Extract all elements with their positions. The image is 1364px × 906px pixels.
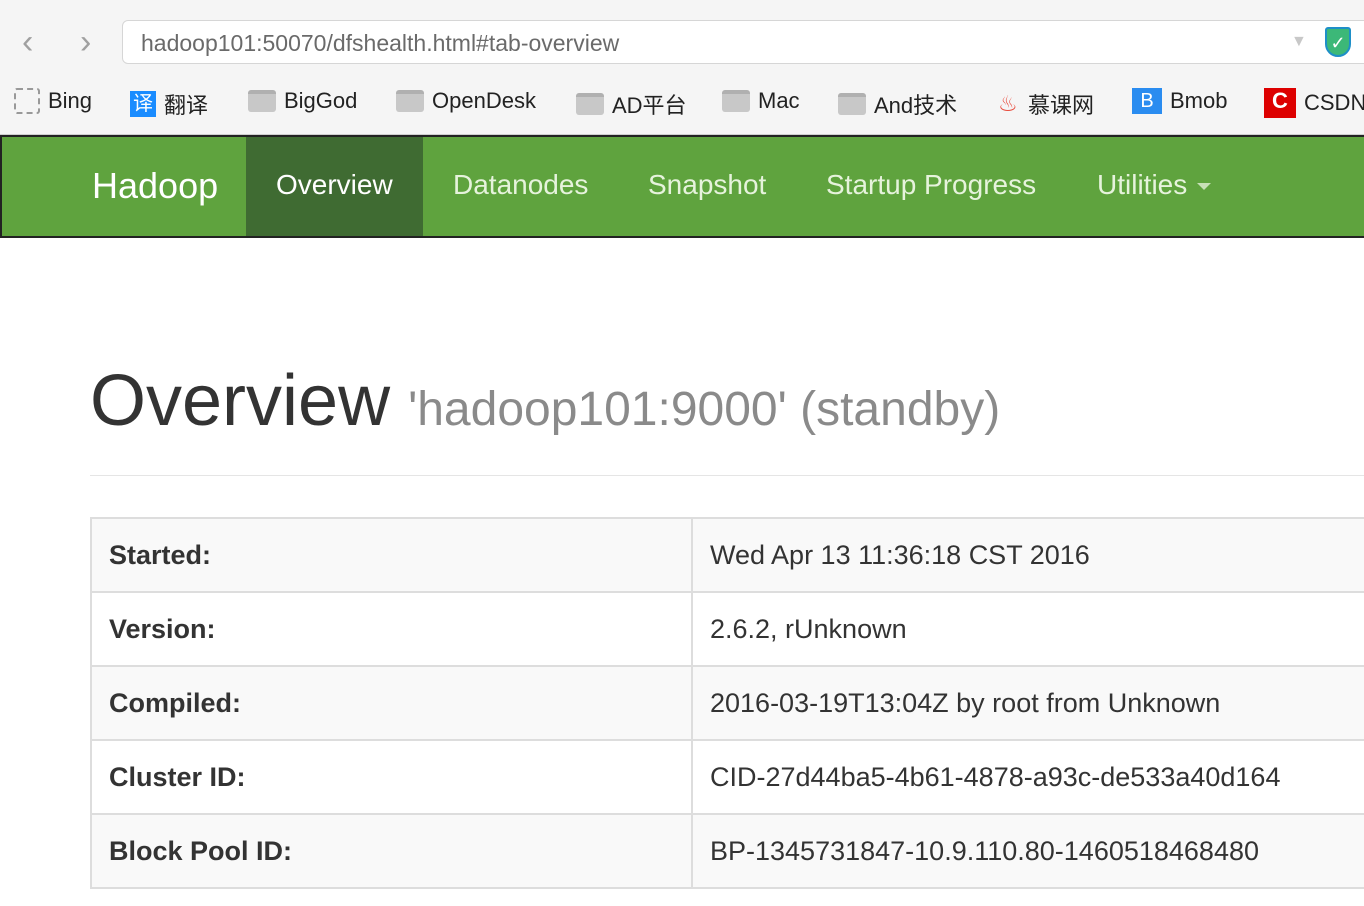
table-row: Cluster ID: CID-27d44ba5-4b61-4878-a93c-d… [90, 739, 1364, 815]
shield-check-icon[interactable]: ✓ [1325, 27, 1351, 57]
brand[interactable]: Hadoop [92, 165, 218, 207]
bmob-icon: B [1132, 88, 1162, 114]
back-button[interactable]: ‹ [22, 22, 33, 62]
row-label: Compiled: [90, 665, 693, 741]
row-value: 2016-03-19T13:04Z by root from Unknown [691, 665, 1364, 741]
bookmark-label: Mac [758, 88, 800, 113]
tab-startup-progress[interactable]: Startup Progress [796, 137, 1066, 236]
folder-icon [838, 93, 866, 115]
table-row: Version: 2.6.2, rUnknown [90, 591, 1364, 667]
title-text: Overview [90, 361, 391, 441]
dropdown-arrow-icon[interactable]: ▼ [1291, 33, 1307, 51]
dashed-box-icon [14, 88, 40, 114]
overview-table: Started: Wed Apr 13 11:36:18 CST 2016 Ver… [90, 517, 1364, 889]
bookmark-label: BigGod [284, 88, 358, 113]
bookmark-biggod[interactable]: BigGod [248, 88, 357, 114]
row-value: CID-27d44ba5-4b61-4878-a93c-de533a40d164 [691, 739, 1364, 815]
row-label: Cluster ID: [90, 739, 693, 815]
bookmark-label: CSDN [1304, 90, 1364, 115]
tab-snapshot[interactable]: Snapshot [618, 137, 796, 236]
row-value: BP-1345731847-10.9.110.80-1460518468480 [691, 813, 1364, 889]
bookmark-ad[interactable]: AD平台 [576, 88, 687, 120]
address-bar[interactable]: hadoop101:50070/dfshealth.html#tab-overv… [122, 20, 1364, 64]
table-row: Block Pool ID: BP-1345731847-10.9.110.80-… [90, 813, 1364, 889]
bookmark-label: 翻译 [164, 93, 209, 118]
bookmark-label: Bing [48, 88, 93, 113]
translate-icon: 译 [130, 91, 156, 117]
caret-down-icon [1197, 183, 1212, 191]
row-label: Block Pool ID: [90, 813, 693, 889]
page-title: Overview 'hadoop101:9000' (standby) [90, 360, 1000, 442]
bookmark-label: Bmob [1170, 88, 1228, 113]
url-text: hadoop101:50070/dfshealth.html#tab-overv… [141, 30, 620, 56]
tab-overview[interactable]: Overview [246, 137, 423, 236]
folder-icon [576, 93, 604, 115]
row-label: Version: [90, 591, 693, 667]
bookmark-translate[interactable]: 译翻译 [130, 88, 208, 120]
browser-toolbar: ‹ › hadoop101:50070/dfshealth.html#tab-o… [0, 0, 1364, 135]
row-label: Started: [90, 517, 693, 593]
bookmark-csdn[interactable]: C CSDN [1264, 88, 1364, 118]
bookmark-mac[interactable]: Mac [722, 88, 800, 114]
bookmark-label: OpenDesk [432, 88, 536, 113]
bookmark-label: And技术 [874, 93, 958, 118]
tab-datanodes[interactable]: Datanodes [423, 137, 618, 236]
bookmark-and[interactable]: And技术 [838, 88, 957, 120]
table-row: Started: Wed Apr 13 11:36:18 CST 2016 [90, 517, 1364, 593]
page-subtitle: 'hadoop101:9000' (standby) [408, 383, 1001, 436]
forward-button[interactable]: › [80, 22, 91, 62]
bookmark-bing[interactable]: Bing [14, 88, 92, 114]
folder-icon [722, 90, 750, 112]
tab-utilities[interactable]: Utilities [1067, 137, 1241, 236]
csdn-icon: C [1264, 88, 1296, 118]
folder-icon [248, 90, 276, 112]
bookmark-label: 慕课网 [1028, 93, 1095, 118]
folder-icon [396, 90, 424, 112]
divider [90, 475, 1364, 476]
table-row: Compiled: 2016-03-19T13:04Z by root from … [90, 665, 1364, 741]
bookmark-opendesk[interactable]: OpenDesk [396, 88, 536, 114]
navbar: Hadoop Overview Datanodes Snapshot Start… [0, 135, 1364, 238]
row-value: 2.6.2, rUnknown [691, 591, 1364, 667]
flame-icon: ♨ [998, 91, 1018, 116]
bookmark-label: AD平台 [612, 93, 687, 118]
tab-utilities-label: Utilities [1097, 169, 1188, 200]
bookmark-imooc[interactable]: ♨ 慕课网 [998, 88, 1094, 120]
row-value: Wed Apr 13 11:36:18 CST 2016 [691, 517, 1364, 593]
bookmark-bmob[interactable]: B Bmob [1132, 88, 1227, 114]
